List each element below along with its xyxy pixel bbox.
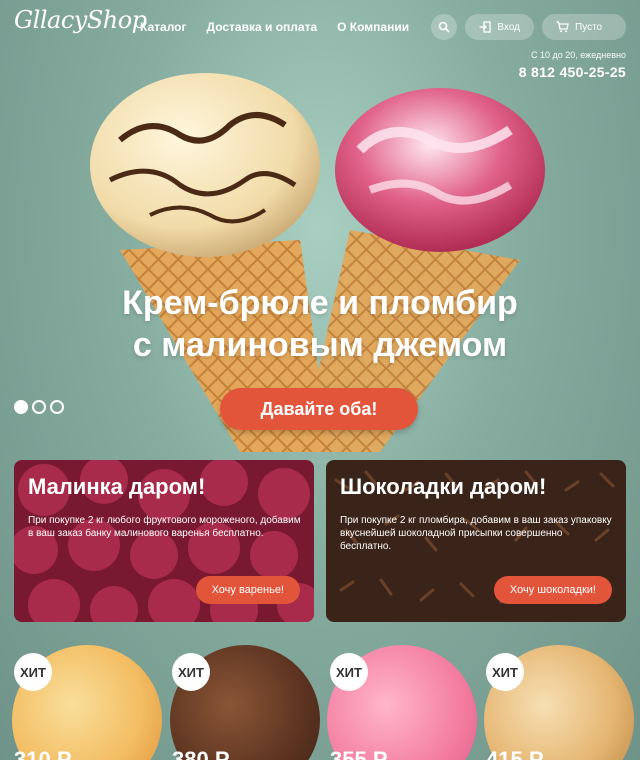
search-icon bbox=[439, 21, 451, 33]
hit-badge: ХИТ bbox=[172, 653, 210, 691]
search-button[interactable] bbox=[431, 14, 458, 40]
product-list: ХИТ ХИТ ХИТ ХИТ 310 Р. 380 Р. 355 Р. 415… bbox=[0, 645, 640, 760]
product-price: 355 Р. bbox=[330, 747, 391, 760]
nav-delivery[interactable]: Доставка и оплата bbox=[207, 20, 318, 34]
promo-text: При покупке 2 кг любого фруктового морож… bbox=[28, 515, 301, 539]
main-nav: Каталог Доставка и оплата О Компании bbox=[140, 20, 409, 34]
promo-card-raspberry: Малинка даром! При покупке 2 кг любого ф… bbox=[14, 460, 314, 622]
login-label: Вход bbox=[497, 21, 520, 33]
promo-title: Малинка даром! bbox=[28, 474, 206, 499]
promo-text: При покупке 2 кг пломбира, добавим в ваш… bbox=[340, 515, 612, 552]
promo-button-jam[interactable]: Хочу варенье! bbox=[195, 576, 300, 604]
hero-title: Крем-брюле и пломбир с малиновым джемом bbox=[122, 284, 518, 364]
logo[interactable]: GllacyShop bbox=[14, 6, 147, 34]
promo-button-chocolate[interactable]: Хочу шоколадки! bbox=[493, 576, 612, 604]
nav-about[interactable]: О Компании bbox=[337, 20, 409, 34]
login-button[interactable]: Вход bbox=[465, 14, 534, 40]
hit-badge: ХИТ bbox=[330, 653, 368, 691]
slider-dot-3[interactable] bbox=[50, 400, 64, 414]
cart-icon bbox=[556, 21, 569, 33]
product-price: 380 Р. bbox=[172, 747, 233, 760]
hit-badge: ХИТ bbox=[14, 653, 52, 691]
cart-label: Пусто bbox=[575, 21, 603, 33]
product-price: 415 Р. bbox=[486, 747, 547, 760]
promo-title: Шоколадки даром! bbox=[340, 474, 547, 499]
working-hours: С 10 до 20, ежедневно bbox=[531, 50, 626, 60]
slider-dot-2[interactable] bbox=[32, 400, 46, 414]
promo-card-chocolate: Шоколадки даром! При покупке 2 кг пломби… bbox=[326, 460, 626, 622]
hero-cta-button[interactable]: Давайте оба! bbox=[220, 388, 418, 430]
header-actions: Вход Пусто bbox=[431, 14, 626, 40]
product-price: 310 Р. bbox=[14, 747, 75, 760]
site-header: GllacyShop Каталог Доставка и оплата О К… bbox=[0, 0, 640, 80]
nav-catalog[interactable]: Каталог bbox=[140, 20, 187, 34]
hit-badge: ХИТ bbox=[486, 653, 524, 691]
slider-dot-1[interactable] bbox=[14, 400, 28, 414]
slider-dots bbox=[14, 400, 64, 414]
hero-slider: Крем-брюле и пломбир с малиновым джемом … bbox=[0, 60, 640, 452]
login-icon bbox=[479, 21, 492, 33]
cart-button[interactable]: Пусто bbox=[542, 14, 626, 40]
